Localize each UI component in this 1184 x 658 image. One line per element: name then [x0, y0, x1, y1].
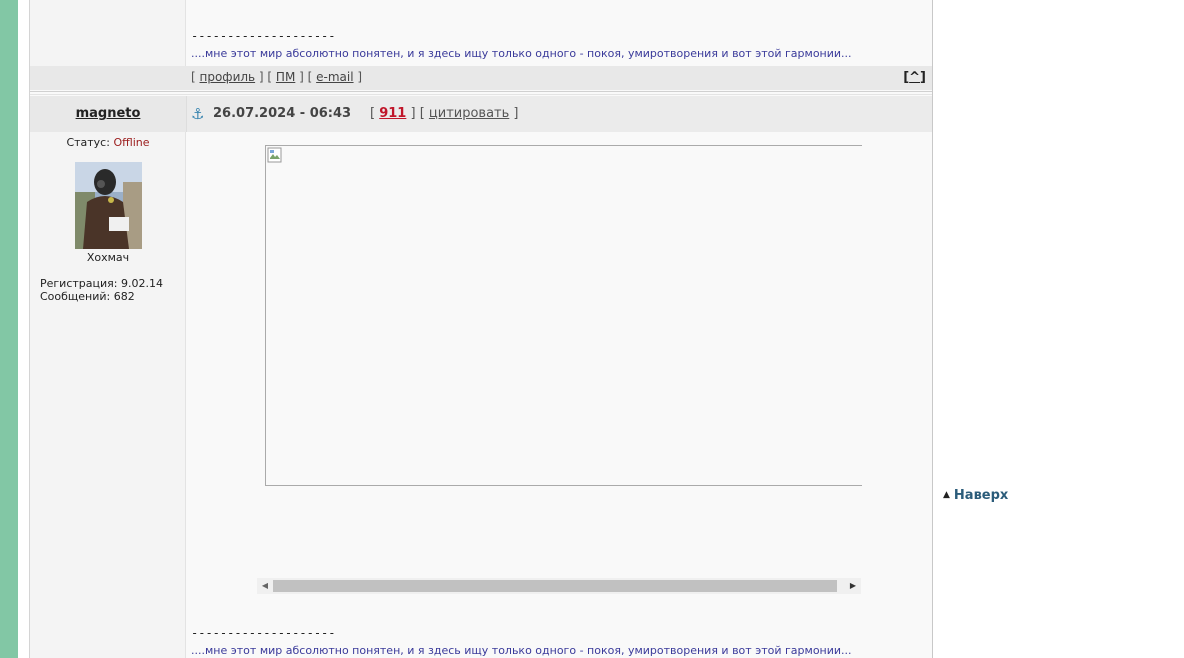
post-header: magneto ⚓ 26.07.2024 - 06:43 [ 911 ] [ ц…	[30, 96, 932, 132]
prev-post-footer: [ профиль ] [ ПМ ] [ e-mail ] [^]	[30, 66, 932, 90]
back-to-top-label[interactable]: Наверх	[954, 488, 1008, 503]
scroll-left-icon[interactable]: ◀	[257, 578, 273, 594]
status-value: Offline	[113, 136, 150, 149]
post-divider	[30, 91, 932, 92]
registration-value: 9.02.14	[120, 277, 163, 290]
anchor-icon[interactable]: ⚓	[191, 105, 204, 123]
username-link[interactable]: magneto	[76, 106, 141, 121]
forum-thread: -------------------- ....мне этот мир аб…	[29, 0, 933, 658]
pm-link[interactable]: ПМ	[276, 70, 295, 84]
scroll-thumb[interactable]	[273, 580, 837, 592]
horizontal-scrollbar[interactable]: ◀ ▶	[257, 578, 861, 594]
messages-value: 682	[113, 290, 135, 303]
post-image-placeholder	[265, 145, 862, 486]
email-link[interactable]: e-mail	[316, 70, 353, 84]
to-top-bracket: [^]	[903, 70, 926, 85]
post-number-link[interactable]: 911	[379, 106, 406, 121]
prev-signature-separator: --------------------	[191, 29, 336, 43]
registration-row: Регистрация: 9.02.14	[40, 277, 163, 290]
status-label: Статус:	[66, 136, 110, 149]
prev-post-links: [ профиль ] [ ПМ ] [ e-mail ]	[191, 70, 363, 84]
to-top-link[interactable]: ^	[909, 70, 920, 85]
prev-post-sidebar	[30, 0, 186, 66]
post-meta: [ 911 ] [ цитировать ]	[370, 106, 519, 121]
profile-link[interactable]: профиль	[200, 70, 256, 84]
broken-image-icon	[267, 147, 282, 163]
up-triangle-icon: ▲	[943, 490, 950, 500]
prev-signature-text: ....мне этот мир абсолютно понятен, и я …	[191, 47, 852, 60]
user-rank: Хохмач	[86, 251, 130, 264]
username-cell: magneto	[30, 96, 187, 132]
signature-text: ....мне этот мир абсолютно понятен, и я …	[191, 644, 852, 657]
messages-label: Сообщений:	[40, 290, 111, 303]
avatar	[75, 162, 142, 249]
left-decor-strip	[0, 0, 18, 658]
avatar-image	[75, 162, 142, 249]
registration-label: Регистрация:	[40, 277, 118, 290]
post-divider-2	[30, 94, 932, 95]
user-stats: Регистрация: 9.02.14 Сообщений: 682	[40, 277, 163, 303]
quote-link[interactable]: цитировать	[429, 106, 509, 121]
scroll-right-icon[interactable]: ▶	[845, 578, 861, 594]
back-to-top[interactable]: ▲ Наверх	[943, 488, 1008, 503]
user-status: Статус: Offline	[30, 136, 186, 149]
messages-row: Сообщений: 682	[40, 290, 163, 303]
signature-separator: --------------------	[191, 626, 336, 640]
post-date: 26.07.2024 - 06:43	[213, 106, 352, 121]
